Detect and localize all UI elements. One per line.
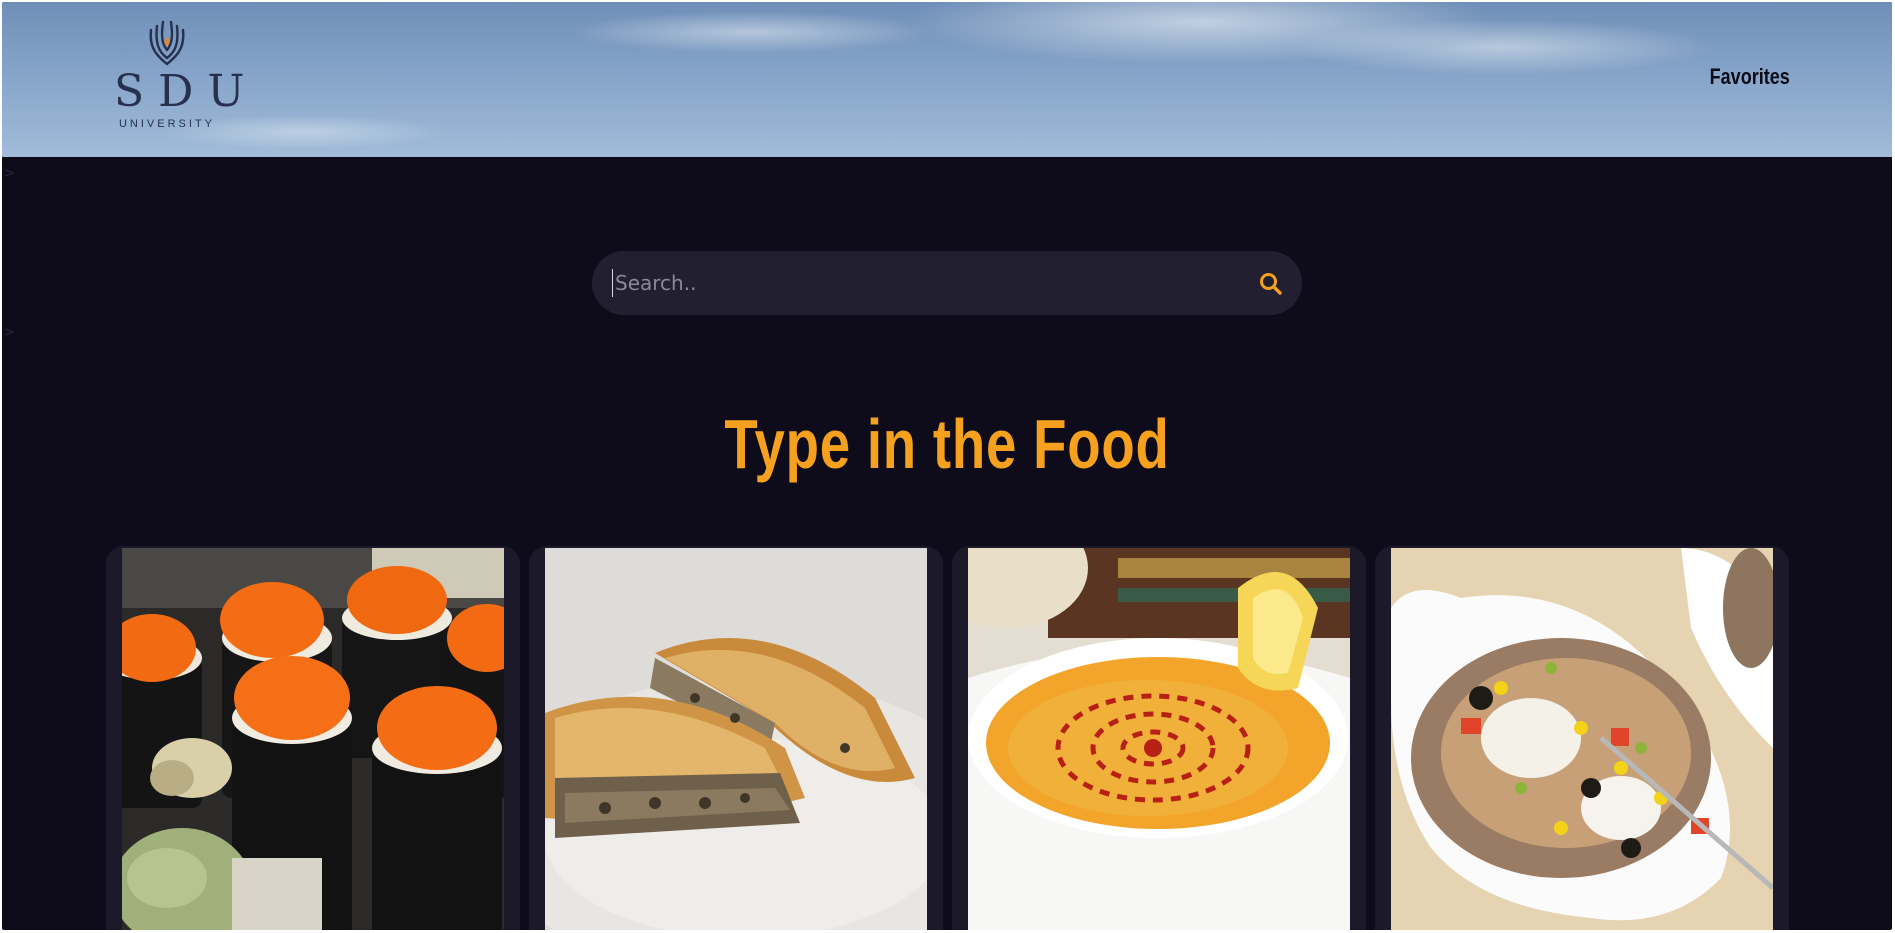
sushi-image bbox=[122, 548, 504, 930]
food-card-grid bbox=[106, 546, 1789, 930]
kumpir-image bbox=[1391, 548, 1773, 930]
page-title: Type in the Food bbox=[724, 405, 1170, 483]
lentil-soup-image bbox=[968, 548, 1350, 930]
side-marker: > bbox=[4, 166, 15, 181]
search-input[interactable] bbox=[612, 269, 1212, 297]
borek-image bbox=[545, 548, 927, 930]
food-card[interactable] bbox=[1375, 546, 1789, 930]
side-marker: > bbox=[4, 325, 15, 340]
food-card[interactable] bbox=[106, 546, 520, 930]
search-icon[interactable] bbox=[1258, 271, 1284, 297]
phoenix-emblem-icon bbox=[149, 20, 185, 66]
search-bar bbox=[592, 251, 1302, 315]
food-card[interactable] bbox=[952, 546, 1366, 930]
sdu-logo[interactable]: SDU UNIVERSITY bbox=[102, 20, 259, 142]
logo-wordmark: SDU bbox=[114, 66, 259, 117]
food-card[interactable] bbox=[529, 546, 943, 930]
page: SDU UNIVERSITY Favorites > > Type in the… bbox=[2, 2, 1892, 930]
logo-subtitle: UNIVERSITY bbox=[118, 118, 215, 130]
header-banner: SDU UNIVERSITY Favorites bbox=[2, 2, 1892, 157]
nav-link-favorites[interactable]: Favorites bbox=[1710, 64, 1790, 90]
